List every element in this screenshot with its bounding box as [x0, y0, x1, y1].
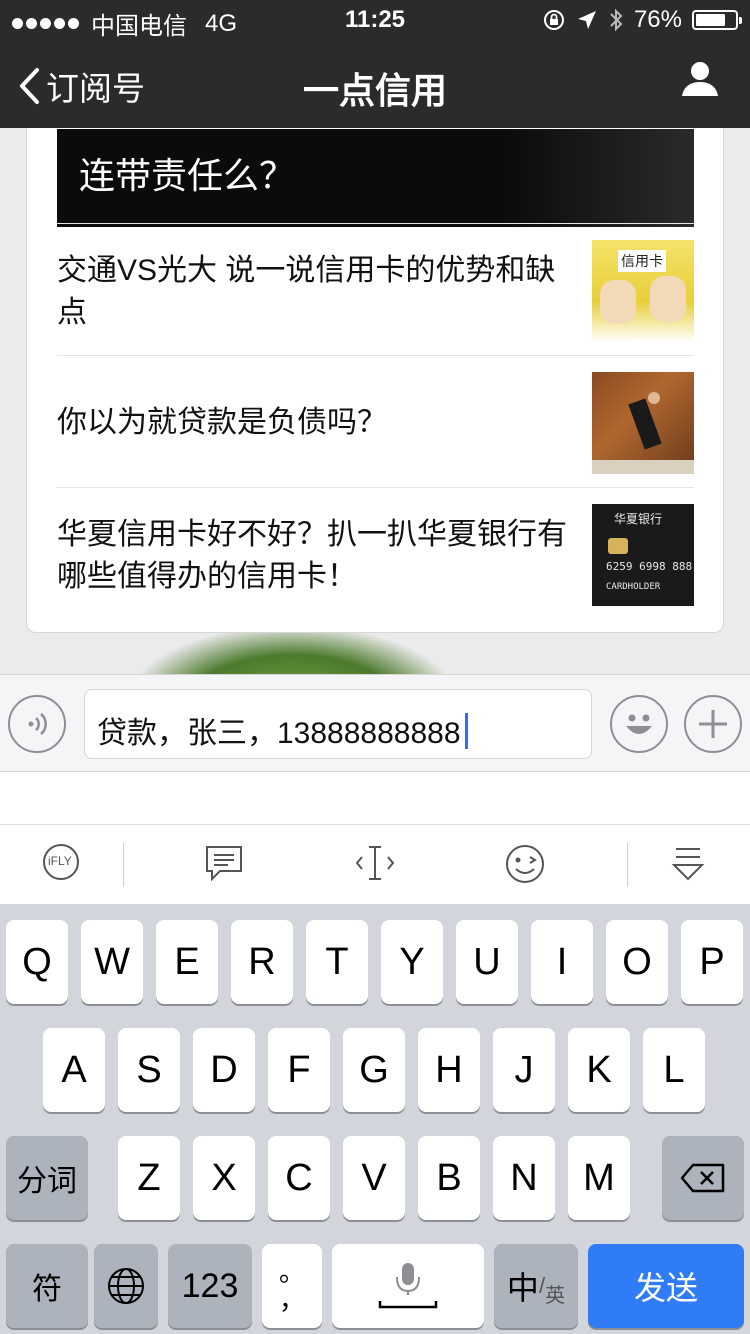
key-h[interactable]: H [418, 1028, 480, 1112]
hide-keyboard-button[interactable] [670, 843, 706, 888]
punctuation-key[interactable]: 。 ， [262, 1244, 322, 1328]
lang-en: 英 [545, 1284, 566, 1307]
background-illustration [128, 626, 458, 674]
key-e[interactable]: E [156, 920, 218, 1004]
article-item[interactable]: 你以为就贷款是负债吗？ [57, 355, 694, 487]
key-l[interactable]: L [643, 1028, 705, 1112]
cover-title: 连带责任么？ [79, 155, 296, 196]
key-y[interactable]: Y [381, 920, 443, 1004]
key-z[interactable]: Z [118, 1136, 180, 1220]
ifly-button[interactable]: iFLY [42, 843, 80, 886]
key-s[interactable]: S [118, 1028, 180, 1112]
toolbar-separator [123, 843, 124, 887]
article-item-title: 你以为就贷款是负债吗？ [57, 406, 387, 439]
thumb-card-number: 6259 6998 888 [606, 560, 693, 573]
key-w[interactable]: W [81, 920, 143, 1004]
key-m[interactable]: M [568, 1136, 630, 1220]
space-key[interactable] [332, 1244, 484, 1328]
keyboard-toolbar: iFLY [0, 824, 750, 904]
thumb-bank-name: 华夏银行 [614, 512, 663, 526]
article-item[interactable]: 华夏信用卡好不好？扒一扒华夏银行有哪些值得办的信用卡！ 华夏银行 6259 69… [57, 487, 694, 619]
voice-wave-icon [28, 713, 47, 735]
text-cursor-icon [355, 846, 395, 880]
collapse-icon [671, 848, 705, 881]
key-c[interactable]: C [268, 1136, 330, 1220]
battery-percent: 76% [633, 6, 682, 33]
battery-icon [692, 10, 742, 30]
key-d[interactable]: D [193, 1028, 255, 1112]
thumb-text: 信用卡 [618, 250, 666, 272]
key-t[interactable]: T [306, 920, 368, 1004]
send-key[interactable]: 发送 [588, 1244, 744, 1328]
rotation-lock-icon [543, 10, 564, 30]
globe-key[interactable] [94, 1244, 158, 1328]
toolbar-separator [627, 843, 628, 887]
delete-key[interactable] [662, 1136, 744, 1220]
more-button[interactable] [684, 695, 742, 753]
key-q[interactable]: Q [6, 920, 68, 1004]
language-switch-key[interactable]: 中 / 英 [494, 1244, 578, 1328]
keyboard-spacer [0, 772, 750, 824]
article-thumbnail: 华夏银行 6259 6998 888 CARDHOLDER [592, 504, 694, 606]
key-f[interactable]: F [268, 1028, 330, 1112]
location-arrow-icon [577, 11, 596, 29]
microphone-icon [378, 1263, 438, 1309]
wink-face-icon [506, 845, 544, 883]
emoji-panel-button[interactable] [504, 843, 546, 890]
key-x[interactable]: X [193, 1136, 255, 1220]
key-k[interactable]: K [568, 1028, 630, 1112]
article-thumbnail [592, 372, 694, 474]
person-icon [682, 62, 718, 96]
article-item-title: 交通VS光大 说一说信用卡的优势和缺点 [57, 254, 556, 329]
thumb-card-holder: CARDHOLDER [606, 582, 661, 592]
phrases-button[interactable] [204, 843, 244, 888]
lang-zh: 中 [506, 1270, 539, 1306]
key-a[interactable]: A [43, 1028, 105, 1112]
ifly-label: iFLY [48, 854, 72, 868]
article-thumbnail: 信用卡 [592, 240, 694, 342]
key-r[interactable]: R [231, 920, 293, 1004]
profile-button[interactable] [680, 58, 720, 103]
chat-input-bar: 贷款，张三，13888888888 [0, 674, 750, 772]
voice-button[interactable] [8, 695, 66, 753]
article-item-title: 华夏信用卡好不好？扒一扒华夏银行有哪些值得办的信用卡！ [57, 518, 567, 593]
message-area[interactable]: 连带责任么？ 交通VS光大 说一说信用卡的优势和缺点 信用卡 你以为就贷款是负债… [0, 128, 750, 674]
cursor-move-button[interactable] [354, 843, 396, 888]
numbers-key[interactable]: 123 [168, 1244, 252, 1328]
chat-title: 一点信用 [302, 70, 447, 111]
key-n[interactable]: N [493, 1136, 555, 1220]
message-input[interactable]: 贷款，张三，13888888888 [84, 689, 592, 759]
nav-bar: 订阅号 一点信用 [0, 40, 750, 128]
top-bar: 中国电信 4G 11:25 76% 订阅号 一点信用 [0, 0, 750, 128]
smiley-icon [626, 714, 652, 734]
text-caret [464, 713, 468, 749]
backspace-icon [680, 1163, 725, 1193]
article-card[interactable]: 连带责任么？ 交通VS光大 说一说信用卡的优势和缺点 信用卡 你以为就贷款是负债… [26, 128, 724, 633]
key-o[interactable]: O [606, 920, 668, 1004]
symbol-key[interactable]: 符 [6, 1244, 88, 1328]
article-item[interactable]: 交通VS光大 说一说信用卡的优势和缺点 信用卡 [57, 223, 694, 355]
article-cover[interactable]: 连带责任么？ [57, 129, 694, 227]
key-g[interactable]: G [343, 1028, 405, 1112]
plus-icon [699, 710, 727, 738]
punct-top: 。 [278, 1257, 305, 1287]
status-bar: 中国电信 4G 11:25 76% [0, 0, 750, 40]
bluetooth-icon [610, 8, 623, 32]
key-j[interactable]: J [493, 1028, 555, 1112]
key-i[interactable]: I [531, 920, 593, 1004]
message-input-value: 贷款，张三，13888888888 [97, 717, 461, 750]
key-u[interactable]: U [456, 920, 518, 1004]
keyboard: Q W E R T Y U I O P A S D F G H J K L 分词… [0, 904, 750, 1334]
key-b[interactable]: B [418, 1136, 480, 1220]
globe-icon [108, 1268, 144, 1304]
fenci-key[interactable]: 分词 [6, 1136, 88, 1220]
emoji-button[interactable] [610, 695, 668, 753]
key-v[interactable]: V [343, 1136, 405, 1220]
chat-bubble-icon [206, 846, 242, 882]
key-p[interactable]: P [681, 920, 743, 1004]
punct-bottom: ， [278, 1285, 305, 1315]
